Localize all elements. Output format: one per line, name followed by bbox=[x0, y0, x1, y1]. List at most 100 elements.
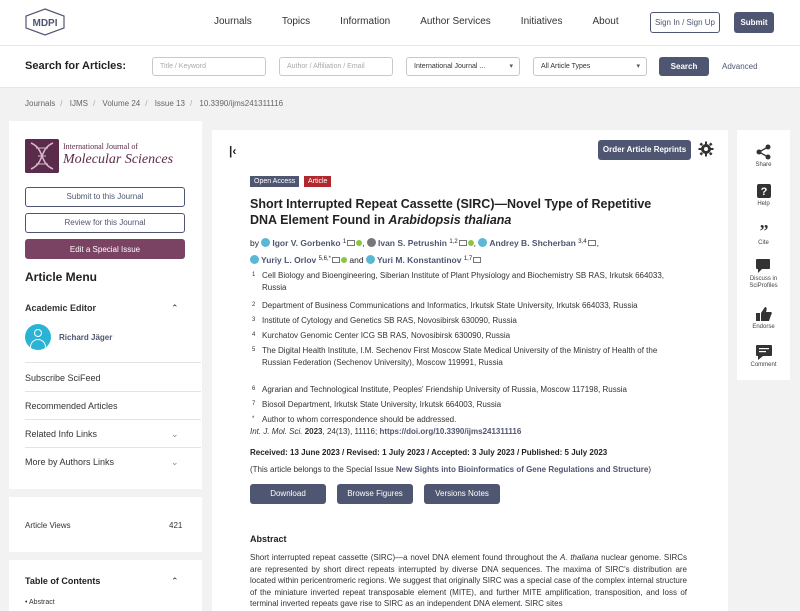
article-menu-title: Article Menu bbox=[25, 270, 98, 284]
academic-editor-heading[interactable]: Academic Editor bbox=[25, 303, 96, 313]
and-label: and bbox=[349, 255, 364, 265]
chevron-up-icon[interactable]: ⌃ bbox=[171, 576, 179, 587]
doi-link[interactable]: https://doi.org/10.3390/ijms241311116 bbox=[379, 427, 521, 436]
breadcrumb-ijms[interactable]: IJMS bbox=[70, 99, 88, 108]
author-name[interactable]: Andrey B. Shcherban bbox=[489, 238, 575, 248]
order-reprints-button[interactable]: Order Article Reprints bbox=[598, 140, 691, 160]
nav-about[interactable]: About bbox=[592, 16, 618, 27]
nav-initiatives[interactable]: Initiatives bbox=[521, 16, 563, 27]
chat-icon bbox=[755, 259, 770, 273]
recommended-articles-link[interactable]: Recommended Articles bbox=[25, 401, 185, 411]
special-issue-note: (This article belongs to the Special Iss… bbox=[250, 465, 651, 474]
breadcrumb-doi: 10.3390/ijms241311116 bbox=[199, 99, 284, 108]
submit-to-journal-button[interactable]: Submit to this Journal bbox=[25, 187, 185, 207]
orcid-icon[interactable] bbox=[356, 240, 363, 246]
comment-button[interactable]: Comment bbox=[737, 344, 790, 369]
more-by-authors-label: More by Authors Links bbox=[25, 457, 115, 467]
divider bbox=[25, 447, 201, 448]
journal-logo[interactable]: International Journal of Molecular Scien… bbox=[25, 137, 185, 177]
subscribe-scifeed-label: Subscribe SciFeed bbox=[25, 373, 101, 383]
title-species: Arabidopsis thaliana bbox=[388, 213, 512, 227]
article-title: Short Interrupted Repeat Cassette (SIRC)… bbox=[250, 196, 680, 228]
edit-special-issue-button[interactable]: Edit a Special Issue bbox=[25, 239, 185, 259]
nav-journals[interactable]: Journals bbox=[214, 16, 252, 27]
publication-dates: Received: 13 June 2023 / Revised: 1 July… bbox=[250, 448, 608, 457]
article-type-badge: Article bbox=[304, 176, 332, 187]
versions-notes-button[interactable]: Versions Notes bbox=[424, 484, 500, 504]
author-avatar-icon bbox=[366, 238, 376, 247]
editor-name-link[interactable]: Richard Jäger bbox=[59, 333, 112, 342]
mail-icon[interactable] bbox=[587, 240, 596, 246]
browse-figures-button[interactable]: Browse Figures bbox=[337, 484, 413, 504]
author-avatar-icon bbox=[365, 255, 375, 264]
article-type-select[interactable]: All Article Types ▾ bbox=[533, 57, 647, 76]
journal-select[interactable]: International Journal ... ▾ bbox=[406, 57, 520, 76]
share-icon bbox=[756, 144, 770, 160]
subscribe-scifeed-link[interactable]: Subscribe SciFeed bbox=[25, 373, 185, 383]
author-name[interactable]: Igor V. Gorbenko bbox=[272, 238, 340, 248]
main-nav: Journals Topics Information Author Servi… bbox=[214, 16, 649, 27]
article-type-select-value: All Article Types bbox=[541, 63, 591, 70]
nav-author-services[interactable]: Author Services bbox=[420, 16, 491, 27]
search-button[interactable]: Search bbox=[659, 57, 709, 76]
endorse-button[interactable]: Endorse bbox=[737, 306, 790, 331]
mail-icon[interactable] bbox=[347, 240, 356, 246]
journal-name-line2: Molecular Sciences bbox=[63, 152, 174, 167]
author-affiliation-input[interactable]: Author / Affiliation / Email bbox=[279, 57, 393, 76]
download-button[interactable]: Download bbox=[250, 484, 326, 504]
related-info-links-item[interactable]: Related Info Links ⌄ bbox=[25, 429, 185, 439]
breadcrumb-issue[interactable]: Issue 13 bbox=[155, 99, 185, 108]
breadcrumb-volume[interactable]: Volume 24 bbox=[102, 99, 140, 108]
cite-button[interactable]: ” Cite bbox=[737, 222, 790, 247]
help-button[interactable]: ? Help bbox=[737, 183, 790, 208]
left-sidebar: International Journal of Molecular Scien… bbox=[9, 121, 202, 489]
citation-journal: Int. J. Mol. Sci. bbox=[250, 427, 303, 436]
table-of-contents-panel: Table of Contents ⌃ • Abstract bbox=[9, 560, 202, 611]
toc-item-abstract[interactable]: • Abstract bbox=[25, 599, 55, 606]
journal-name-line1: International Journal of bbox=[63, 142, 139, 151]
divider bbox=[25, 362, 201, 363]
chevron-down-icon: ▾ bbox=[636, 63, 640, 70]
chevron-down-icon: ▾ bbox=[509, 63, 513, 70]
advanced-search-link[interactable]: Advanced bbox=[722, 62, 758, 71]
article-views-label: Article Views bbox=[25, 521, 71, 530]
by-label: by bbox=[250, 238, 259, 248]
search-label: Search for Articles: bbox=[25, 60, 127, 72]
collapse-sidebar-icon[interactable]: |‹ bbox=[229, 144, 236, 158]
author-name[interactable]: Ivan S. Petrushin bbox=[378, 238, 447, 248]
share-button[interactable]: Share bbox=[737, 144, 790, 169]
mail-icon[interactable] bbox=[332, 257, 340, 263]
orcid-icon[interactable] bbox=[341, 257, 347, 263]
special-issue-link[interactable]: New Sights into Bioinformatics of Gene R… bbox=[396, 465, 648, 474]
mail-icon[interactable] bbox=[458, 240, 467, 246]
nav-information[interactable]: Information bbox=[340, 16, 390, 27]
abstract-heading: Abstract bbox=[250, 534, 287, 544]
article-views-count: 421 bbox=[169, 521, 183, 530]
author-name[interactable]: Yuriy L. Orlov bbox=[261, 255, 316, 265]
review-for-journal-button[interactable]: Review for this Journal bbox=[25, 213, 185, 233]
author-affiliation-sup: 3,4 bbox=[578, 239, 587, 245]
special-issue-suffix: ) bbox=[648, 465, 651, 474]
chevron-down-icon: ⌄ bbox=[171, 429, 179, 439]
help-icon: ? bbox=[756, 184, 771, 198]
share-label: Share bbox=[755, 162, 772, 168]
svg-text:”: ” bbox=[759, 222, 768, 238]
author-affiliation-sup: 1,7 bbox=[463, 256, 473, 262]
author-name[interactable]: Yuri M. Konstantinov bbox=[377, 255, 462, 265]
nav-topics[interactable]: Topics bbox=[282, 16, 310, 27]
orcid-icon[interactable] bbox=[467, 240, 474, 246]
mdpi-logo[interactable]: MDPI bbox=[24, 8, 66, 36]
thumbs-up-icon bbox=[755, 307, 772, 321]
gear-icon[interactable] bbox=[698, 141, 714, 157]
mail-icon[interactable] bbox=[473, 257, 482, 263]
discuss-button[interactable]: Discuss in SciProfiles bbox=[737, 258, 790, 290]
title-keyword-input[interactable]: Title / Keyword bbox=[152, 57, 266, 76]
breadcrumb: Journals / IJMS / Volume 24/ Issue 13/ 10.… bbox=[25, 99, 284, 108]
comment-label: Comment bbox=[750, 362, 777, 368]
cite-label: Cite bbox=[758, 240, 769, 246]
more-by-authors-item[interactable]: More by Authors Links ⌄ bbox=[25, 457, 185, 467]
chevron-up-icon[interactable]: ⌃ bbox=[171, 303, 179, 314]
signin-button[interactable]: Sign In / Sign Up bbox=[650, 12, 720, 33]
submit-button[interactable]: Submit bbox=[734, 12, 774, 33]
breadcrumb-journals[interactable]: Journals bbox=[25, 99, 55, 108]
